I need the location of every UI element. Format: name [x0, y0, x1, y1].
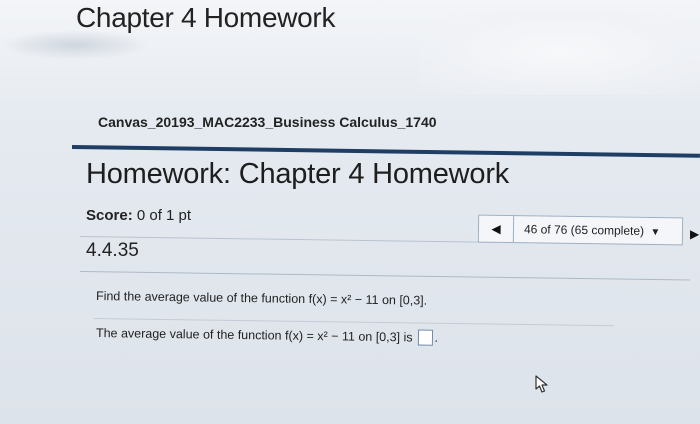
answer-row: The average value of the function f(x) =… [96, 325, 438, 346]
app-title: Chapter 4 Homework [76, 2, 336, 33]
question-number: 4.4.35 [86, 240, 139, 261]
score-display: Score: 0 of 1 pt [86, 207, 191, 224]
question-navigator: ◀ 46 of 76 (65 complete) ▼ [477, 214, 684, 246]
course-breadcrumb[interactable]: Canvas_20193_MAC2233_Business Calculus_1… [98, 114, 437, 130]
score-value: 0 of 1 pt [136, 207, 192, 224]
question-progress-text: 46 of 76 (65 complete) [523, 222, 645, 238]
answer-suffix-text: . [434, 330, 439, 345]
divider-line [79, 271, 690, 281]
caret-down-icon: ▼ [650, 226, 661, 239]
divider-line [93, 318, 614, 327]
question-prompt: Find the average value of the function f… [95, 289, 428, 308]
blurred-background-left [0, 30, 150, 60]
page-title: Homework: Chapter 4 Homework [86, 158, 510, 190]
score-label: Score: [86, 207, 133, 224]
triangle-right-icon: ▶ [690, 227, 700, 241]
header-divider [71, 145, 700, 158]
answer-input[interactable] [417, 329, 433, 346]
answer-prefix-text: The average value of the function f(x) =… [95, 326, 413, 345]
mouse-pointer-icon [535, 375, 548, 393]
previous-question-button[interactable]: ◀ [479, 222, 513, 236]
blurred-background-right [420, 10, 700, 95]
browser-top-area: Chapter 4 Homework [0, 0, 700, 100]
next-question-button[interactable]: ▶ [690, 227, 699, 241]
question-select-dropdown[interactable]: 46 of 76 (65 complete) ▼ [514, 222, 682, 238]
triangle-left-icon: ◀ [491, 221, 501, 236]
